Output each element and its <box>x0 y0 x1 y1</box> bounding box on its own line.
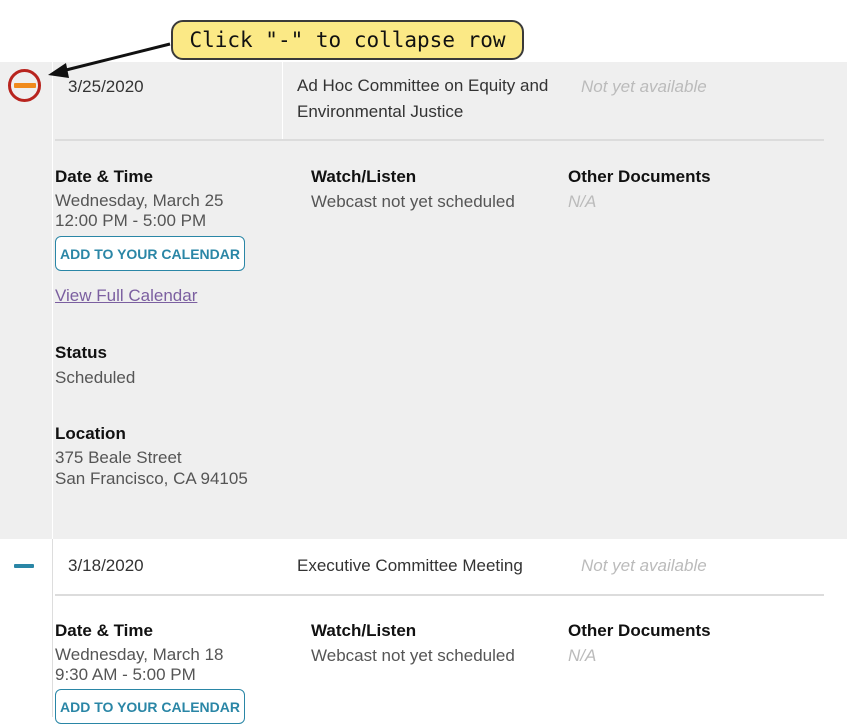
date-line: Wednesday, March 18 <box>55 645 224 664</box>
watch-listen-label: Watch/Listen <box>311 167 417 186</box>
webcast-status: Webcast not yet scheduled <box>311 646 515 665</box>
add-to-calendar-button[interactable]: ADD TO YOUR CALENDAR <box>55 689 245 724</box>
status-value: Scheduled <box>55 368 136 387</box>
minus-icon[interactable] <box>14 564 34 568</box>
meeting-title[interactable]: Ad Hoc Committee on Equity and Environme… <box>297 73 567 125</box>
other-documents-value: N/A <box>568 192 597 211</box>
row-separator <box>55 139 824 141</box>
date-line: Wednesday, March 25 <box>55 191 224 210</box>
meeting-row-expanded: 3/25/2020 Ad Hoc Committee on Equity and… <box>0 62 847 539</box>
column-divider <box>282 62 283 139</box>
minus-icon[interactable] <box>14 83 36 88</box>
time-line: 9:30 AM - 5:00 PM <box>55 665 196 684</box>
watch-listen-label: Watch/Listen <box>311 621 417 640</box>
row-divider <box>52 62 53 539</box>
other-documents-label: Other Documents <box>568 167 711 186</box>
other-documents-value: N/A <box>568 646 597 665</box>
meeting-row-expanded: 3/18/2020 Executive Committee Meeting No… <box>0 539 847 724</box>
meeting-date: 3/18/2020 <box>68 556 144 575</box>
date-time-label: Date & Time <box>55 167 153 186</box>
meeting-availability: Not yet available <box>581 77 707 96</box>
row-separator <box>55 594 824 596</box>
annotation-callout: Click "-" to collapse row <box>171 20 524 60</box>
meeting-availability: Not yet available <box>581 556 707 575</box>
location-line1: 375 Beale Street <box>55 448 182 467</box>
location-label: Location <box>55 424 126 443</box>
row-divider <box>52 539 53 717</box>
date-time-label: Date & Time <box>55 621 153 640</box>
add-to-calendar-button[interactable]: ADD TO YOUR CALENDAR <box>55 236 245 271</box>
time-line: 12:00 PM - 5:00 PM <box>55 211 207 230</box>
view-full-calendar-link[interactable]: View Full Calendar <box>55 286 197 306</box>
location-line2: San Francisco, CA 94105 <box>55 469 248 488</box>
meeting-title[interactable]: Executive Committee Meeting <box>297 553 523 579</box>
status-label: Status <box>55 343 107 362</box>
other-documents-label: Other Documents <box>568 621 711 640</box>
webcast-status: Webcast not yet scheduled <box>311 192 515 211</box>
arrow-icon <box>48 42 171 78</box>
